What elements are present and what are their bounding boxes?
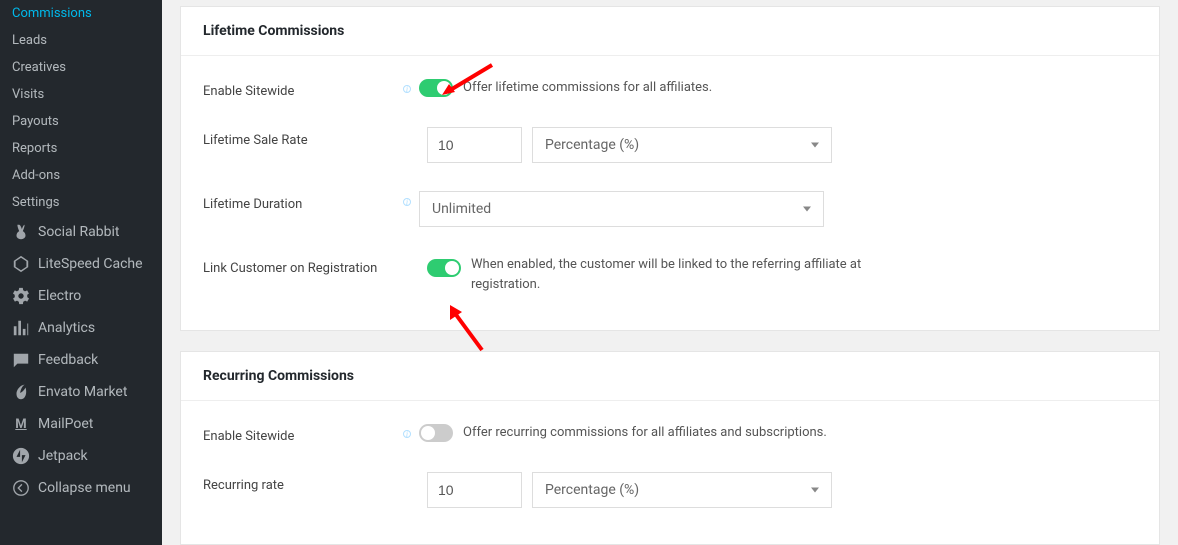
link-customer-row: Link Customer on Registration When enabl… [203,241,1137,308]
sidebar-item-payouts[interactable]: Payouts [0,108,162,135]
enable-sitewide-row: Enable Sitewide i Offer lifetime commiss… [203,64,1137,113]
info-icon[interactable]: i [403,198,411,206]
sidebar-item-label: Electro [38,288,81,304]
recurring-rate-unit-select[interactable]: Percentage (%) [532,472,832,508]
lifetime-duration-row: Lifetime Duration i Unlimited [203,177,1137,241]
sidebar-item-collapse[interactable]: Collapse menu [0,472,162,504]
info-icon[interactable]: i [403,430,411,438]
recurring-rate-row: Recurring rate Percentage (%) [203,458,1137,522]
select-value: Percentage (%) [545,137,639,153]
sidebar-item-analytics[interactable]: Analytics [0,312,162,344]
field-description: Offer recurring commissions for all affi… [463,423,827,443]
recurring-commissions-panel: Recurring Commissions Enable Sitewide i … [180,351,1160,545]
field-description: Offer lifetime commissions for all affil… [463,78,712,98]
sidebar-item-commissions[interactable]: Commissions [0,0,162,27]
sale-rate-input[interactable] [427,127,522,163]
envato-icon [12,383,30,401]
sidebar-item-label: Collapse menu [38,480,131,496]
sale-rate-unit-select[interactable]: Percentage (%) [532,127,832,163]
field-label: Link Customer on Registration [203,255,403,276]
sidebar-item-label: LiteSpeed Cache [38,256,143,272]
select-value: Unlimited [432,201,491,217]
feedback-icon [12,351,30,369]
field-label: Lifetime Duration [203,191,403,212]
recurring-enable-toggle[interactable] [419,424,453,442]
chart-icon [12,319,30,337]
rabbit-icon [12,223,30,241]
sidebar-item-envato[interactable]: Envato Market [0,376,162,408]
info-icon[interactable]: i [403,85,411,93]
sidebar-item-social-rabbit[interactable]: Social Rabbit [0,216,162,248]
duration-select[interactable]: Unlimited [419,191,824,227]
sidebar-item-jetpack[interactable]: Jetpack [0,440,162,472]
link-customer-toggle[interactable] [427,259,461,277]
chevron-down-icon [803,207,811,212]
gear-icon [12,287,30,305]
field-label: Lifetime Sale Rate [203,127,403,148]
sidebar-item-creatives[interactable]: Creatives [0,54,162,81]
panel-title: Lifetime Commissions [181,7,1159,56]
sidebar-item-label: Envato Market [38,384,127,400]
field-label: Recurring rate [203,472,403,493]
sidebar-item-visits[interactable]: Visits [0,81,162,108]
lifetime-sale-rate-row: Lifetime Sale Rate Percentage (%) [203,113,1137,177]
sidebar-item-litespeed[interactable]: LiteSpeed Cache [0,248,162,280]
content-area: Lifetime Commissions Enable Sitewide i O… [162,0,1178,545]
sidebar-item-label: Feedback [38,352,98,368]
sidebar-item-label: Jetpack [38,448,88,464]
field-label: Enable Sitewide [203,78,403,99]
sidebar-item-feedback[interactable]: Feedback [0,344,162,376]
sidebar-item-settings[interactable]: Settings [0,189,162,216]
sidebar-item-electro[interactable]: Electro [0,280,162,312]
jetpack-icon [12,447,30,465]
sidebar-item-label: Social Rabbit [38,224,119,240]
chevron-down-icon [811,143,819,148]
recurring-enable-row: Enable Sitewide i Offer recurring commis… [203,409,1137,458]
sidebar-item-leads[interactable]: Leads [0,27,162,54]
field-label: Enable Sitewide [203,423,403,444]
chevron-down-icon [811,488,819,493]
sidebar-item-addons[interactable]: Add-ons [0,162,162,189]
recurring-rate-input[interactable] [427,472,522,508]
sidebar-item-label: MailPoet [38,416,93,432]
field-description: When enabled, the customer will be linke… [471,255,891,294]
panel-title: Recurring Commissions [181,352,1159,401]
sidebar-item-reports[interactable]: Reports [0,135,162,162]
sidebar-item-mailpoet[interactable]: M MailPoet [0,408,162,440]
select-value: Percentage (%) [545,482,639,498]
collapse-icon [12,479,30,497]
litespeed-icon [12,255,30,273]
lifetime-commissions-panel: Lifetime Commissions Enable Sitewide i O… [180,6,1160,331]
admin-sidebar: Commissions Leads Creatives Visits Payou… [0,0,162,545]
sidebar-item-label: Analytics [38,320,95,336]
enable-sitewide-toggle[interactable] [419,79,453,97]
mailpoet-icon: M [12,415,30,433]
